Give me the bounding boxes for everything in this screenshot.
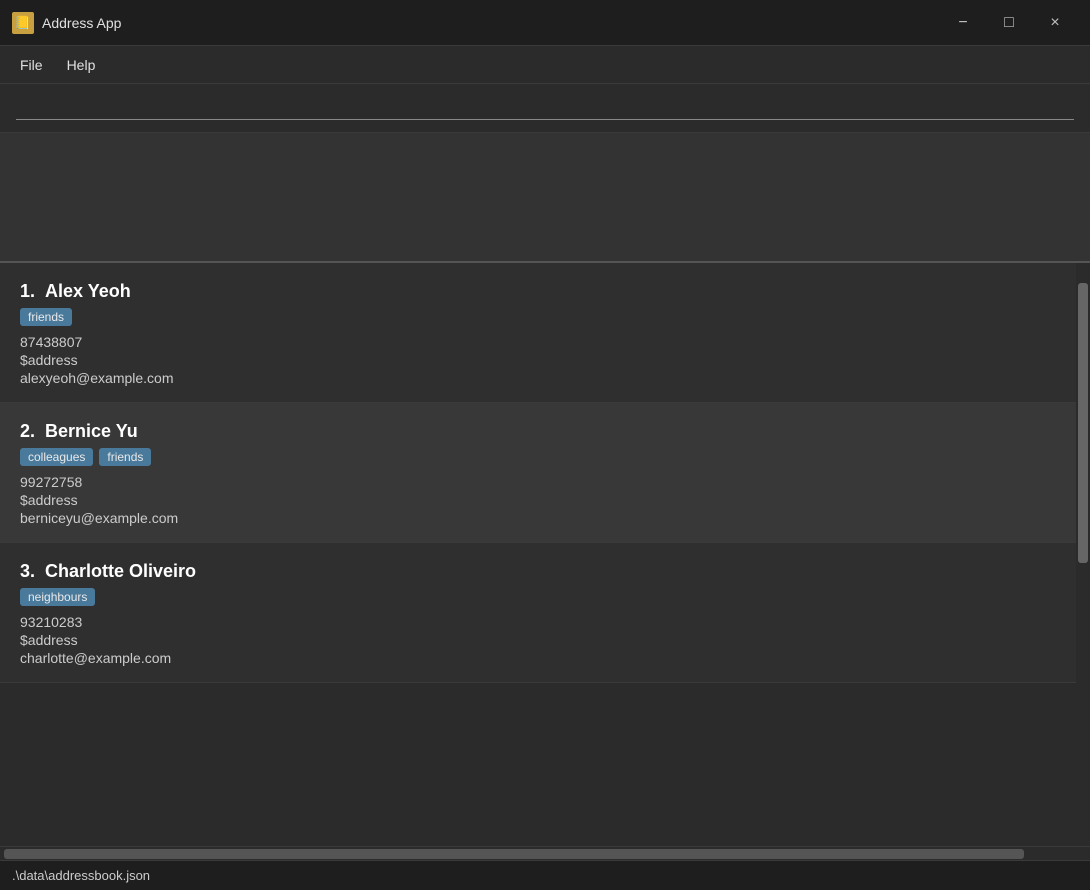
- contact-email-1: alexyeoh@example.com: [20, 370, 1056, 386]
- search-input[interactable]: [16, 94, 1074, 120]
- contact-name-3: 3. Charlotte Oliveiro: [20, 561, 1056, 582]
- tag-friends-2: friends: [99, 448, 151, 466]
- contact-address-2: $address: [20, 492, 1056, 508]
- vertical-scrollbar[interactable]: [1076, 263, 1090, 846]
- contact-phone-3: 93210283: [20, 614, 1056, 630]
- contact-name-2: 2. Bernice Yu: [20, 421, 1056, 442]
- contact-phone-2: 99272758: [20, 474, 1056, 490]
- contacts-area: 1. Alex Yeoh friends 87438807 $address a…: [0, 263, 1090, 846]
- title-bar: 📒 Address App − □ ×: [0, 0, 1090, 46]
- tag-neighbours-3: neighbours: [20, 588, 95, 606]
- contacts-list: 1. Alex Yeoh friends 87438807 $address a…: [0, 263, 1076, 846]
- list-item[interactable]: 2. Bernice Yu colleagues friends 9927275…: [0, 403, 1076, 543]
- contact-email-2: berniceyu@example.com: [20, 510, 1056, 526]
- search-area: [0, 84, 1090, 133]
- scrollbar-thumb[interactable]: [1078, 283, 1088, 563]
- filepath-label: .\data\addressbook.json: [12, 868, 150, 883]
- app-icon: 📒: [12, 12, 34, 34]
- close-button[interactable]: ×: [1032, 0, 1078, 46]
- menu-bar: File Help: [0, 46, 1090, 84]
- tag-friends-1: friends: [20, 308, 72, 326]
- contact-name-1: 1. Alex Yeoh: [20, 281, 1056, 302]
- app-title: Address App: [42, 15, 940, 31]
- tag-colleagues-2: colleagues: [20, 448, 93, 466]
- status-bar: .\data\addressbook.json: [0, 860, 1090, 890]
- contact-address-3: $address: [20, 632, 1056, 648]
- tags-row-2: colleagues friends: [20, 448, 1056, 466]
- horizontal-scrollbar[interactable]: [0, 846, 1090, 860]
- window-controls: − □ ×: [940, 0, 1078, 46]
- minimize-button[interactable]: −: [940, 0, 986, 46]
- maximize-button[interactable]: □: [986, 0, 1032, 46]
- h-scrollbar-thumb[interactable]: [4, 849, 1024, 859]
- contact-address-1: $address: [20, 352, 1056, 368]
- menu-file[interactable]: File: [8, 53, 55, 77]
- contact-phone-1: 87438807: [20, 334, 1056, 350]
- menu-help[interactable]: Help: [55, 53, 108, 77]
- contact-email-3: charlotte@example.com: [20, 650, 1056, 666]
- tags-row-1: friends: [20, 308, 1056, 326]
- preview-panel: [0, 133, 1090, 263]
- tags-row-3: neighbours: [20, 588, 1056, 606]
- list-item[interactable]: 1. Alex Yeoh friends 87438807 $address a…: [0, 263, 1076, 403]
- list-item[interactable]: 3. Charlotte Oliveiro neighbours 9321028…: [0, 543, 1076, 683]
